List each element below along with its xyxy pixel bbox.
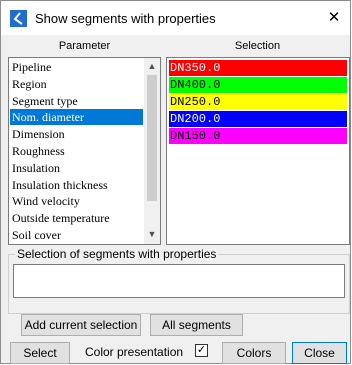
color-presentation-label: Color presentation: [85, 345, 184, 359]
selection-item[interactable]: DN250.0: [169, 94, 347, 110]
parameter-item[interactable]: Wind velocity: [10, 193, 143, 209]
parameter-item[interactable]: Insulation: [10, 160, 143, 176]
close-button[interactable]: Close: [292, 342, 347, 364]
parameter-item[interactable]: Roughness: [10, 143, 143, 159]
parameter-item[interactable]: Region: [10, 76, 143, 92]
app-logo-icon: [10, 10, 27, 27]
selection-header: Selection: [234, 40, 281, 52]
window-title: Show segments with properties: [35, 11, 216, 26]
color-presentation-checkbox[interactable]: ✓: [195, 344, 208, 357]
scroll-thumb[interactable]: [147, 75, 157, 201]
parameter-item[interactable]: Pipeline: [10, 59, 143, 75]
selection-list[interactable]: DN350.0 DN400.0 DN250.0 DN200.0 DN150.0: [166, 57, 350, 245]
segments-selection-field[interactable]: [13, 264, 345, 298]
colors-button[interactable]: Colors: [222, 342, 286, 364]
add-current-selection-button[interactable]: Add current selection: [21, 314, 141, 336]
selection-item[interactable]: DN150.0: [169, 128, 347, 144]
scroll-up-arrow-icon[interactable]: ▲: [144, 60, 160, 73]
parameter-item[interactable]: Nom. diameter: [10, 109, 143, 126]
selection-item[interactable]: DN400.0: [169, 77, 347, 93]
parameter-item[interactable]: Soil cover: [10, 227, 143, 243]
parameter-header: Parameter: [58, 40, 111, 52]
title-bar[interactable]: Show segments with properties ✕: [1, 1, 350, 35]
parameter-item[interactable]: Insulation thickness: [10, 177, 143, 193]
segments-group: Selection of segments with properties: [8, 247, 350, 314]
all-segments-button[interactable]: All segments: [150, 314, 243, 336]
parameter-item[interactable]: Dimension: [10, 126, 143, 142]
close-icon[interactable]: ✕: [326, 9, 342, 26]
parameter-item[interactable]: Outside temperature: [10, 210, 143, 226]
select-button[interactable]: Select: [10, 342, 70, 364]
selection-item[interactable]: DN200.0: [169, 111, 347, 127]
dialog-window: Show segments with properties ✕ Paramete…: [0, 0, 351, 364]
parameter-scrollbar[interactable]: ▲ ▼: [144, 58, 160, 244]
scroll-down-arrow-icon[interactable]: ▼: [144, 228, 160, 241]
parameter-list[interactable]: ▲ ▼ Pipeline Region Segment type Nom. diame…: [8, 57, 161, 245]
parameter-item[interactable]: Segment type: [10, 93, 143, 109]
segments-group-legend: Selection of segments with properties: [15, 247, 219, 261]
selection-item[interactable]: DN350.0: [169, 60, 347, 76]
